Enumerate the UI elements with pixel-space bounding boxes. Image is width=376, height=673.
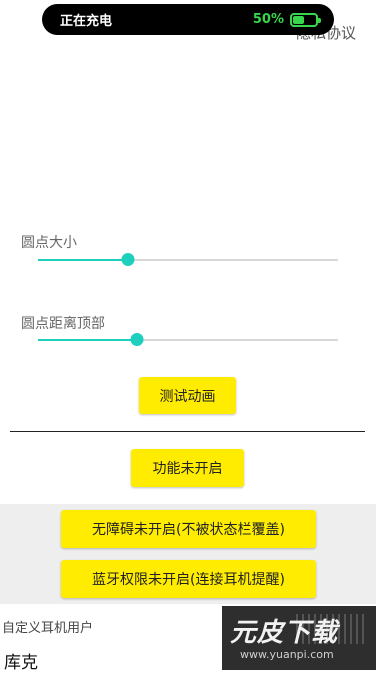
headset-user-name[interactable]: 库克: [4, 648, 38, 673]
dot-top-distance-label: 圆点距离顶部: [21, 316, 105, 332]
watermark-logo-text: 元皮下载: [230, 618, 339, 648]
slider-active-track: [38, 339, 137, 341]
slider-active-track: [38, 259, 128, 261]
battery-icon: [290, 12, 321, 27]
bluetooth-permission-button[interactable]: 蓝牙权限未开启(连接耳机提醒): [61, 560, 316, 598]
slider-thumb[interactable]: [130, 333, 144, 346]
accessibility-status-button[interactable]: 无障碍未开启(不被状态栏覆盖): [61, 510, 316, 548]
custom-headset-user-label: 自定义耳机用户: [2, 621, 94, 636]
dot-size-label: 圆点大小: [21, 235, 77, 251]
watermark-url: www.yuanpi.com: [240, 648, 334, 661]
battery-indicator: 50%: [252, 12, 321, 27]
test-animation-button[interactable]: 测试动画: [139, 377, 236, 414]
charging-status-pill: 正在充电 50%: [42, 4, 334, 35]
dot-top-distance-slider[interactable]: [38, 333, 338, 347]
battery-percent: 50%: [252, 12, 284, 27]
charging-text: 正在充电: [60, 14, 113, 29]
battery-nub: [318, 17, 321, 23]
battery-fill: [293, 15, 304, 24]
dot-size-slider[interactable]: [38, 253, 338, 267]
divider: [10, 431, 365, 432]
feature-status-button[interactable]: 功能未开启: [131, 449, 244, 487]
slider-thumb[interactable]: [121, 253, 135, 266]
